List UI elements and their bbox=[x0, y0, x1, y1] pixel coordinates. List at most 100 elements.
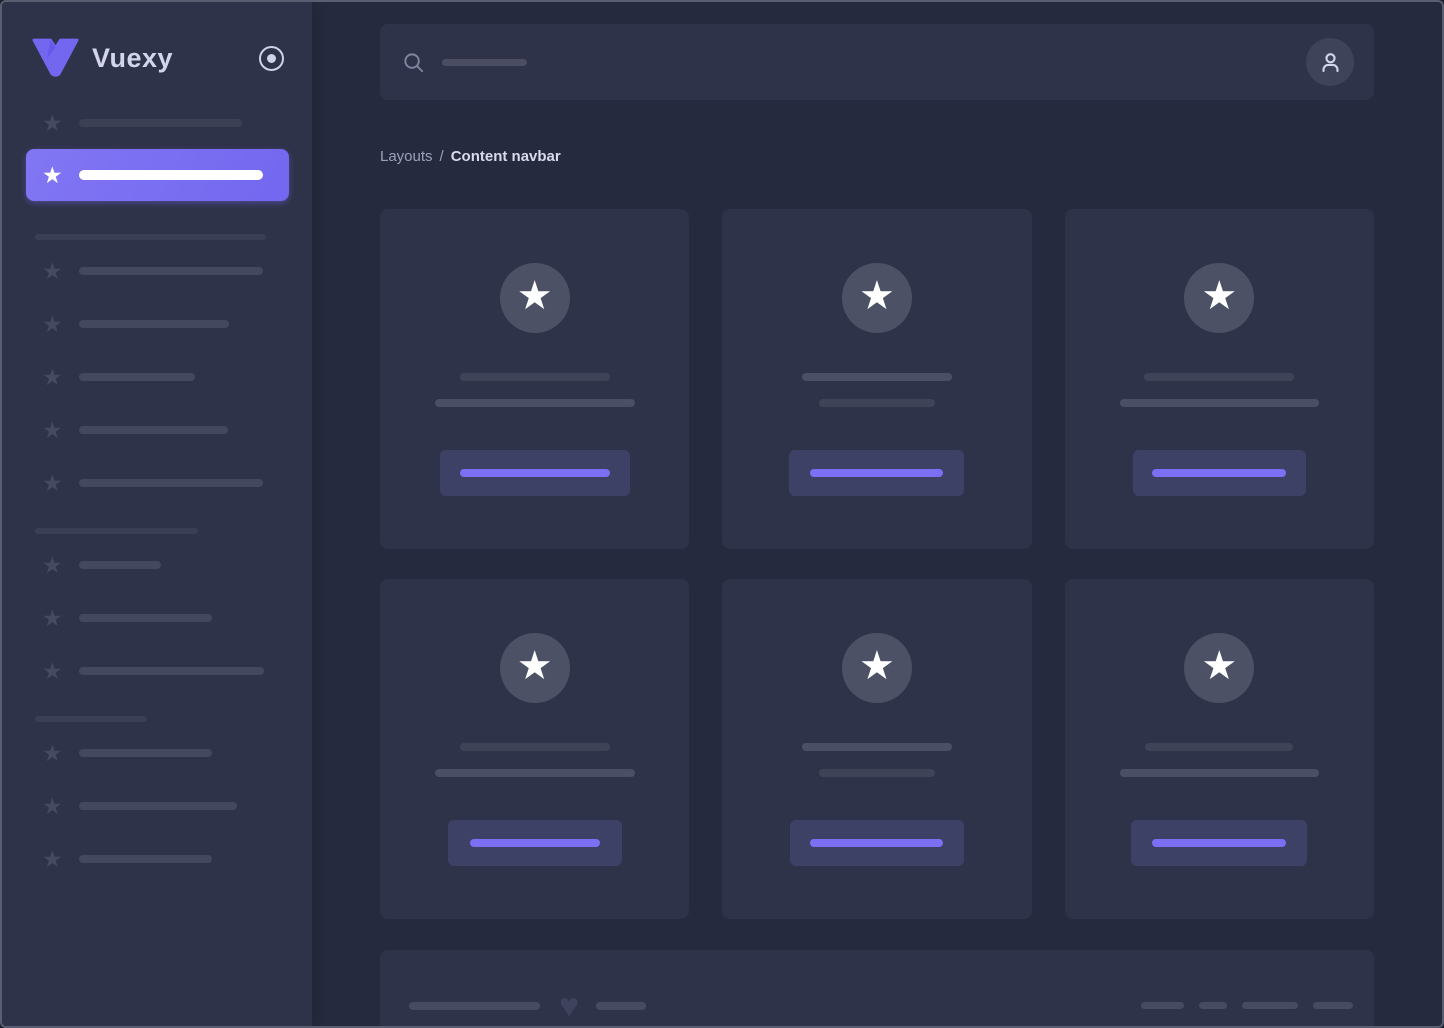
footer-right-group bbox=[1126, 997, 1353, 1015]
demo-card: ★ bbox=[380, 209, 689, 549]
sidebar-menu: ★ ★ ★ ★ ★ ★ ★ ★ ★ ★ ★ ★ ★ bbox=[2, 111, 312, 871]
sidebar-menu-item[interactable]: ★ bbox=[42, 365, 289, 389]
menu-item-label-placeholder bbox=[79, 426, 228, 434]
button-label-placeholder bbox=[1152, 839, 1286, 847]
card-action-button[interactable] bbox=[789, 450, 964, 496]
breadcrumb-separator: / bbox=[440, 148, 444, 165]
star-icon: ★ bbox=[859, 276, 895, 316]
star-icon: ★ bbox=[42, 163, 63, 187]
star-icon: ★ bbox=[42, 259, 63, 283]
main-content: Layouts / Content navbar ★ ★ ★ bbox=[312, 2, 1442, 1026]
sidebar-menu-item[interactable]: ★ bbox=[26, 149, 289, 201]
card-action-button[interactable] bbox=[448, 820, 622, 866]
menu-item-label-placeholder bbox=[79, 119, 242, 127]
card-title-placeholder bbox=[802, 743, 952, 751]
card-avatar-circle: ★ bbox=[1184, 633, 1254, 703]
sidebar-menu-item[interactable]: ★ bbox=[42, 741, 289, 765]
vuexy-logo-icon bbox=[32, 38, 79, 80]
button-label-placeholder bbox=[810, 839, 943, 847]
sidebar: Vuexy ★ ★ ★ ★ ★ ★ ★ ★ ★ ★ ★ bbox=[2, 2, 312, 1026]
breadcrumb: Layouts / Content navbar bbox=[380, 147, 1374, 165]
card-subtitle-placeholder bbox=[819, 399, 935, 407]
card-title-placeholder bbox=[1145, 743, 1293, 751]
menu-item-label-placeholder bbox=[79, 267, 263, 275]
button-label-placeholder bbox=[460, 469, 610, 477]
card-title-placeholder bbox=[802, 373, 952, 381]
demo-card: ★ bbox=[722, 579, 1031, 919]
user-icon bbox=[1317, 49, 1344, 76]
card-subtitle-placeholder bbox=[1120, 769, 1319, 777]
radio-circle-icon[interactable] bbox=[259, 46, 284, 71]
menu-item-label-placeholder bbox=[79, 320, 229, 328]
app-window: Vuexy ★ ★ ★ ★ ★ ★ ★ ★ ★ ★ ★ bbox=[0, 0, 1444, 1028]
card-grid: ★ ★ ★ ★ ★ bbox=[380, 209, 1374, 919]
star-icon: ★ bbox=[517, 276, 553, 316]
footer-placeholder-bar bbox=[409, 1002, 540, 1010]
star-icon: ★ bbox=[42, 741, 63, 765]
menu-item-label-placeholder bbox=[79, 170, 263, 180]
sidebar-menu-item[interactable]: ★ bbox=[42, 606, 289, 630]
star-icon: ★ bbox=[42, 365, 63, 389]
star-icon: ★ bbox=[42, 312, 63, 336]
radio-dot bbox=[267, 54, 276, 63]
footer-card: ♥ bbox=[380, 950, 1374, 1028]
search-placeholder-bar bbox=[442, 59, 527, 66]
footer-placeholder-bar bbox=[1141, 1002, 1184, 1009]
card-avatar-circle: ★ bbox=[842, 633, 912, 703]
sidebar-header: Vuexy bbox=[2, 2, 312, 79]
menu-section-header-placeholder bbox=[35, 716, 147, 722]
search-box[interactable] bbox=[402, 51, 527, 74]
sidebar-menu-item[interactable]: ★ bbox=[42, 259, 289, 283]
menu-item-label-placeholder bbox=[79, 479, 263, 487]
sidebar-menu-item[interactable]: ★ bbox=[42, 471, 289, 495]
card-title-placeholder bbox=[1144, 373, 1294, 381]
card-avatar-circle: ★ bbox=[842, 263, 912, 333]
menu-item-label-placeholder bbox=[79, 561, 161, 569]
card-action-button[interactable] bbox=[1133, 450, 1306, 496]
card-subtitle-placeholder bbox=[435, 399, 635, 407]
menu-item-label-placeholder bbox=[79, 614, 212, 622]
logo[interactable]: Vuexy bbox=[32, 38, 173, 80]
sidebar-menu-item[interactable]: ★ bbox=[42, 659, 289, 683]
breadcrumb-current: Content navbar bbox=[451, 148, 561, 165]
button-label-placeholder bbox=[470, 839, 600, 847]
footer-placeholder-bar bbox=[1199, 1002, 1227, 1009]
star-icon: ★ bbox=[1201, 276, 1237, 316]
sidebar-menu-item[interactable]: ★ bbox=[42, 111, 289, 135]
sidebar-menu-item[interactable]: ★ bbox=[42, 312, 289, 336]
star-icon: ★ bbox=[1201, 646, 1237, 686]
menu-section-header-placeholder bbox=[35, 528, 198, 534]
user-avatar[interactable] bbox=[1306, 38, 1354, 86]
menu-item-label-placeholder bbox=[79, 749, 212, 757]
card-action-button[interactable] bbox=[1131, 820, 1307, 866]
sidebar-menu-item[interactable]: ★ bbox=[42, 794, 289, 818]
search-icon bbox=[402, 51, 425, 74]
card-action-button[interactable] bbox=[790, 820, 964, 866]
footer-placeholder-bar bbox=[596, 1002, 646, 1010]
menu-item-label-placeholder bbox=[79, 373, 195, 381]
card-subtitle-placeholder bbox=[819, 769, 935, 777]
star-icon: ★ bbox=[42, 794, 63, 818]
star-icon: ★ bbox=[42, 471, 63, 495]
card-action-button[interactable] bbox=[440, 450, 630, 496]
logo-text: Vuexy bbox=[92, 43, 173, 74]
heart-icon[interactable]: ♥ bbox=[559, 991, 579, 1021]
menu-item-label-placeholder bbox=[79, 855, 212, 863]
star-icon: ★ bbox=[42, 659, 63, 683]
sidebar-menu-item[interactable]: ★ bbox=[42, 553, 289, 577]
demo-card: ★ bbox=[380, 579, 689, 919]
footer-placeholder-bar bbox=[1313, 1002, 1353, 1009]
footer-placeholder-bar bbox=[1242, 1002, 1298, 1009]
demo-card: ★ bbox=[722, 209, 1031, 549]
star-icon: ★ bbox=[517, 646, 553, 686]
demo-card: ★ bbox=[1065, 209, 1374, 549]
star-icon: ★ bbox=[42, 606, 63, 630]
card-title-placeholder bbox=[460, 373, 610, 381]
sidebar-menu-item[interactable]: ★ bbox=[42, 847, 289, 871]
sidebar-menu-item[interactable]: ★ bbox=[42, 418, 289, 442]
menu-item-label-placeholder bbox=[79, 802, 237, 810]
breadcrumb-parent[interactable]: Layouts bbox=[380, 148, 433, 165]
card-avatar-circle: ★ bbox=[500, 263, 570, 333]
button-label-placeholder bbox=[810, 469, 943, 477]
card-avatar-circle: ★ bbox=[1184, 263, 1254, 333]
